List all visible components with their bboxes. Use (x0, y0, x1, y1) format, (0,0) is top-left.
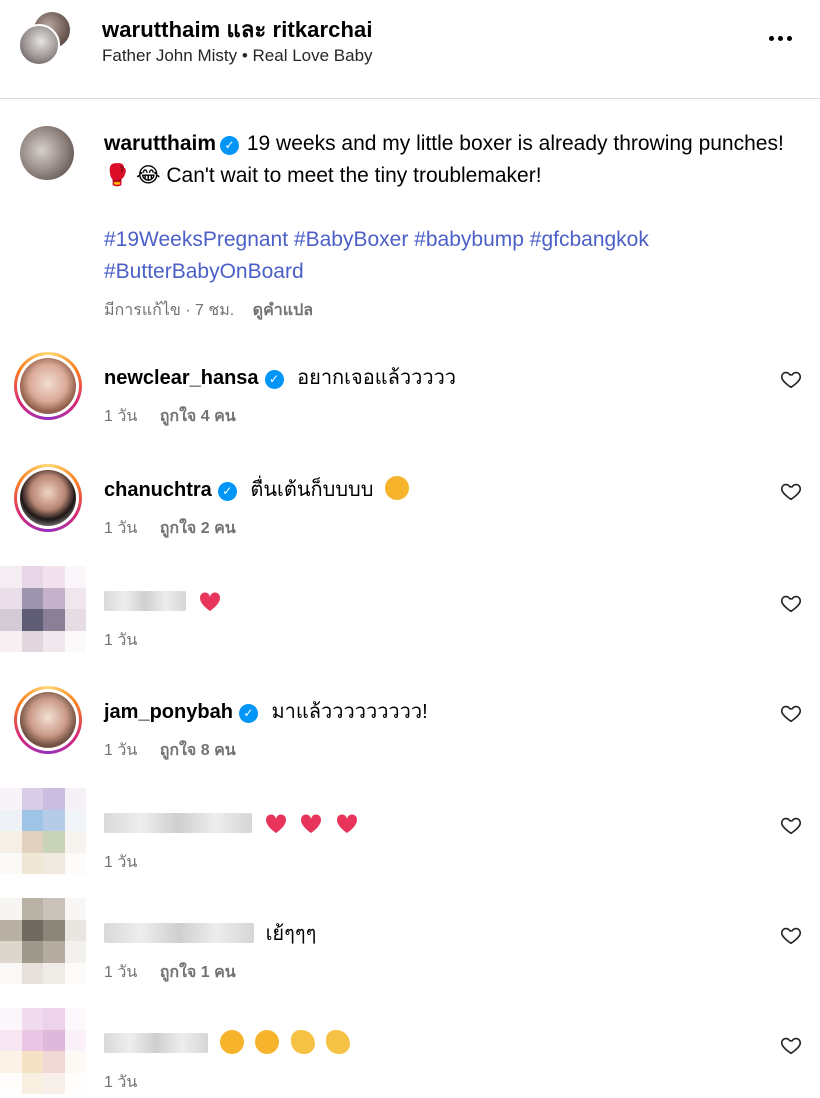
like-heart-icon[interactable] (780, 924, 804, 948)
heart-emoji-icon (265, 814, 286, 833)
like-heart-icon[interactable] (780, 368, 804, 392)
like-heart-icon[interactable] (780, 1034, 804, 1058)
comment-time[interactable]: 1 วัน (104, 854, 137, 871)
comment-likes[interactable]: ถูกใจ 4 คน (160, 408, 236, 425)
heart-eyes-emoji-icon (384, 476, 409, 500)
heart-eyes-emoji-icon (219, 1030, 244, 1054)
like-heart-icon[interactable] (780, 702, 804, 726)
comment-item: newclear_hansa ✓ อยากเจอแล้ววววว 1 วัน ถู… (0, 352, 820, 462)
comment-item: เย้ๆๆๆ 1 วัน ถูกใจ 1 คน (0, 898, 820, 1018)
avatar-warutthaim[interactable] (18, 24, 60, 66)
comment-item: jam_ponybah ✓ มาแล้ววววววววว! 1 วัน ถูกใจ… (0, 686, 820, 796)
hashtag[interactable]: #19WeeksPregnant (104, 228, 288, 251)
comment-text: อยากเจอแล้ววววว (297, 367, 457, 389)
comment-item: 1 วัน (0, 1008, 820, 1098)
heart-emoji-icon (199, 592, 220, 611)
blurred-username[interactable] (104, 813, 252, 833)
caption-username[interactable]: warutthaim (104, 132, 216, 155)
blurred-avatar[interactable] (0, 1008, 86, 1094)
comment-meta: 1 วัน ถูกใจ 1 คน (104, 960, 236, 985)
comment-avatar[interactable] (14, 352, 82, 420)
hashtag[interactable]: #ButterBabyOnBoard (104, 260, 304, 283)
like-heart-icon[interactable] (780, 592, 804, 616)
comment-time[interactable]: 1 วัน (104, 520, 137, 537)
comment-line (104, 1030, 351, 1058)
post-caption: warutthaim ✓ 19 weeks and my little boxer… (0, 100, 820, 340)
verified-badge-icon: ✓ (220, 136, 240, 155)
comment-likes[interactable]: ถูกใจ 2 คน (160, 520, 236, 537)
comment-avatar[interactable] (14, 686, 82, 754)
blurred-avatar[interactable] (0, 566, 86, 652)
blurred-username[interactable] (104, 923, 254, 943)
verified-badge-icon: ✓ (217, 482, 237, 501)
audio-track[interactable]: Father John Misty • Real Love Baby (102, 46, 373, 66)
comment-text: ตื่นเต้นก็บบบบ (250, 479, 374, 501)
clapping-hands-emoji-icon (326, 1030, 351, 1054)
more-options-icon[interactable] (760, 24, 800, 52)
heart-eyes-emoji-icon (255, 1030, 280, 1054)
comment-meta: 1 วัน (104, 1070, 137, 1095)
blurred-avatar[interactable] (0, 788, 86, 874)
comment-likes[interactable]: ถูกใจ 1 คน (160, 964, 236, 981)
comment-likes[interactable]: ถูกใจ 8 คน (160, 742, 236, 759)
comment-text: เย้ๆๆๆ (265, 923, 317, 945)
comment-avatar[interactable] (14, 464, 82, 532)
collab-avatars[interactable] (18, 10, 76, 68)
comment-time[interactable]: 1 วัน (104, 964, 137, 981)
hashtag[interactable]: #gfcbangkok (530, 228, 649, 251)
hashtag[interactable]: #babybump (414, 228, 524, 251)
caption-hashtags: #19WeeksPregnant #BabyBoxer #babybump #g… (104, 224, 764, 288)
comment-line: jam_ponybah ✓ มาแล้ววววววววว! (104, 698, 428, 726)
comment-time[interactable]: 1 วัน (104, 742, 137, 759)
comment-meta: 1 วัน ถูกใจ 4 คน (104, 404, 236, 429)
clapping-hands-emoji-icon (290, 1030, 315, 1054)
comment-meta: 1 วัน ถูกใจ 8 คน (104, 738, 236, 763)
caption-text-block: warutthaim ✓ 19 weeks and my little boxer… (104, 128, 784, 192)
see-translation-link[interactable]: ดูคำแปล (253, 302, 313, 319)
like-heart-icon[interactable] (780, 814, 804, 838)
comment-username[interactable]: chanuchtra (104, 479, 212, 501)
comment-item: chanuchtra ✓ ตื่นเต้นก็บบบบ 1 วัน ถูกใจ 2… (0, 464, 820, 574)
blurred-username[interactable] (104, 591, 186, 611)
comment-item: 1 วัน (0, 788, 820, 908)
comment-username[interactable]: newclear_hansa (104, 367, 259, 389)
post-header: warutthaim และ ritkarchai Father John Mi… (0, 0, 820, 99)
post-authors[interactable]: warutthaim และ ritkarchai (102, 12, 373, 47)
comment-line (104, 810, 359, 838)
verified-badge-icon: ✓ (264, 370, 284, 389)
comment-text: มาแล้ววววววววว! (271, 701, 428, 723)
comment-meta: 1 วัน (104, 628, 137, 653)
comment-time[interactable]: 1 วัน (104, 632, 137, 649)
blurred-avatar[interactable] (0, 898, 86, 984)
comment-time[interactable]: 1 วัน (104, 1074, 137, 1091)
caption-avatar[interactable] (20, 126, 74, 180)
caption-meta: มีการแก้ไข · 7 ชม. ดูคำแปล (104, 298, 313, 323)
heart-emoji-icon (336, 814, 357, 833)
like-heart-icon[interactable] (780, 480, 804, 504)
edited-time: มีการแก้ไข · 7 ชม. (104, 302, 235, 319)
comment-meta: 1 วัน ถูกใจ 2 คน (104, 516, 236, 541)
comment-time[interactable]: 1 วัน (104, 408, 137, 425)
comment-line: chanuchtra ✓ ตื่นเต้นก็บบบบ (104, 476, 409, 504)
verified-badge-icon: ✓ (238, 704, 258, 723)
comment-line (104, 588, 222, 616)
hashtag[interactable]: #BabyBoxer (294, 228, 408, 251)
blurred-username[interactable] (104, 1033, 208, 1053)
comment-line: เย้ๆๆๆ (104, 920, 316, 948)
comment-line: newclear_hansa ✓ อยากเจอแล้ววววว (104, 364, 456, 392)
comment-username[interactable]: jam_ponybah (104, 701, 233, 723)
comment-meta: 1 วัน (104, 850, 137, 875)
heart-emoji-icon (301, 814, 322, 833)
comment-item: 1 วัน (0, 566, 820, 686)
